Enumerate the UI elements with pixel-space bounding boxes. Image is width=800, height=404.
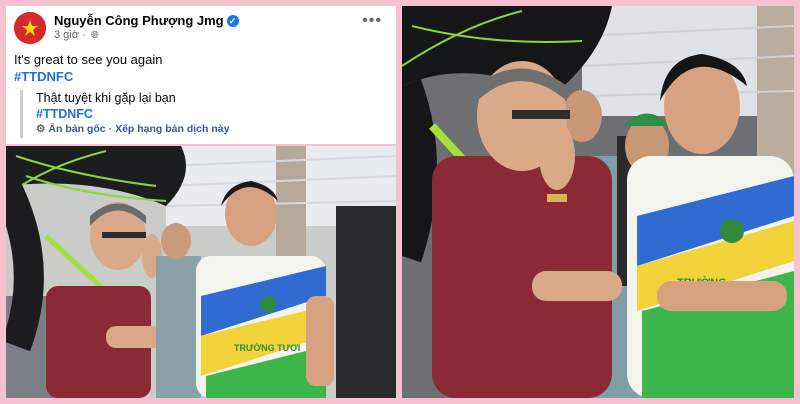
author-avatar[interactable] [14,12,46,44]
gear-icon: ⚙ [36,123,46,135]
caption-text: It's great to see you again [14,52,163,67]
link-separator: · [108,123,113,135]
hashtag-link[interactable]: #TTDNFC [14,68,162,85]
translation-block: Thật tuyệt khi gặp lại bạn #TTDNFC ⚙ Ẩn b… [20,90,380,138]
rate-translation-link[interactable]: Xếp hạng bản dịch này [115,123,229,135]
facebook-post: Nguyễn Công Phượng Jmg ✓ 3 giờ · 🌐︎ ••• I… [6,6,396,144]
meta-separator: · [82,29,86,41]
jersey-sponsor-text: TRƯỜNG TƯƠI [234,342,300,353]
post-caption: It's great to see you again #TTDNFC [14,51,162,85]
photo-illustration: TRƯỜNG TƯƠI [6,146,396,398]
hide-original-link[interactable]: Ẩn bản gốc [48,123,105,135]
more-options-icon[interactable]: ••• [362,12,382,30]
vietnam-flag-icon [14,12,46,44]
translation-actions: ⚙ Ẩn bản gốc · Xếp hạng bản dịch này [36,122,380,136]
verified-badge-icon: ✓ [226,15,239,27]
post-time[interactable]: 3 giờ [54,29,79,41]
globe-icon: 🌐︎ [90,30,99,41]
photo-illustration-closeup: TRƯỜNG [402,6,794,398]
post-photo-left[interactable]: TRƯỜNG TƯƠI [6,146,396,398]
author-name[interactable]: Nguyễn Công Phượng Jmg ✓ [54,13,239,28]
translated-hashtag-link[interactable]: #TTDNFC [36,106,380,122]
author-name-text[interactable]: Nguyễn Công Phượng Jmg [54,13,224,28]
translated-text: Thật tuyệt khi gặp lại bạn [36,91,176,105]
post-meta: 3 giờ · 🌐︎ [54,29,99,41]
post-photo-right[interactable]: TRƯỜNG [402,6,794,398]
